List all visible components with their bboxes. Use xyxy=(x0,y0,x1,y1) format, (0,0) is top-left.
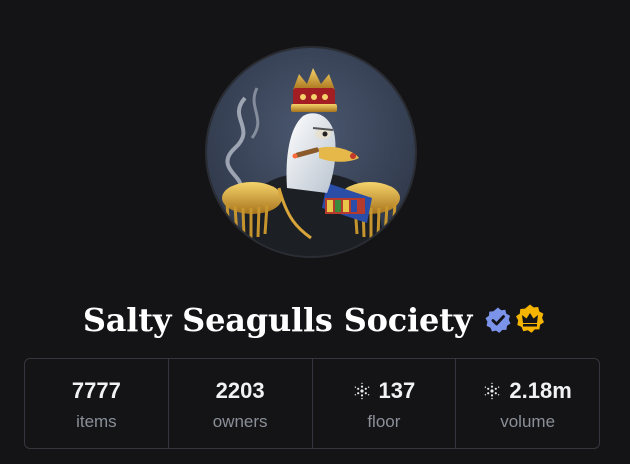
verified-badge-icon xyxy=(484,306,512,334)
collection-header: Salty Seagulls Society 7777 items 2203 o… xyxy=(0,0,630,464)
stat-label: owners xyxy=(212,411,268,431)
stat-owners: 2203 owners xyxy=(169,359,313,448)
collection-avatar xyxy=(207,48,415,256)
seagull-king-avatar-icon xyxy=(207,48,415,256)
collection-title-row: Salty Seagulls Society xyxy=(0,293,630,347)
stat-volume: 2.18m volume xyxy=(456,359,599,448)
stat-label: volume xyxy=(500,411,556,431)
stat-items: 7777 items xyxy=(25,359,169,448)
collection-title: Salty Seagulls Society xyxy=(82,301,473,339)
crown-badge-icon xyxy=(513,303,547,337)
stat-label: floor xyxy=(367,411,401,431)
stat-value: 2.18m xyxy=(509,377,572,403)
cardano-icon xyxy=(483,382,501,400)
collection-stats: 7777 items 2203 owners 137 floor 2.18m v… xyxy=(24,358,600,449)
stat-label: items xyxy=(76,411,117,431)
stat-value: 137 xyxy=(378,377,416,403)
stat-floor: 137 floor xyxy=(313,359,457,448)
stat-value: 2203 xyxy=(215,377,265,403)
stat-value: 7777 xyxy=(71,377,121,403)
collection-badges xyxy=(484,303,547,337)
cardano-icon xyxy=(353,382,371,400)
